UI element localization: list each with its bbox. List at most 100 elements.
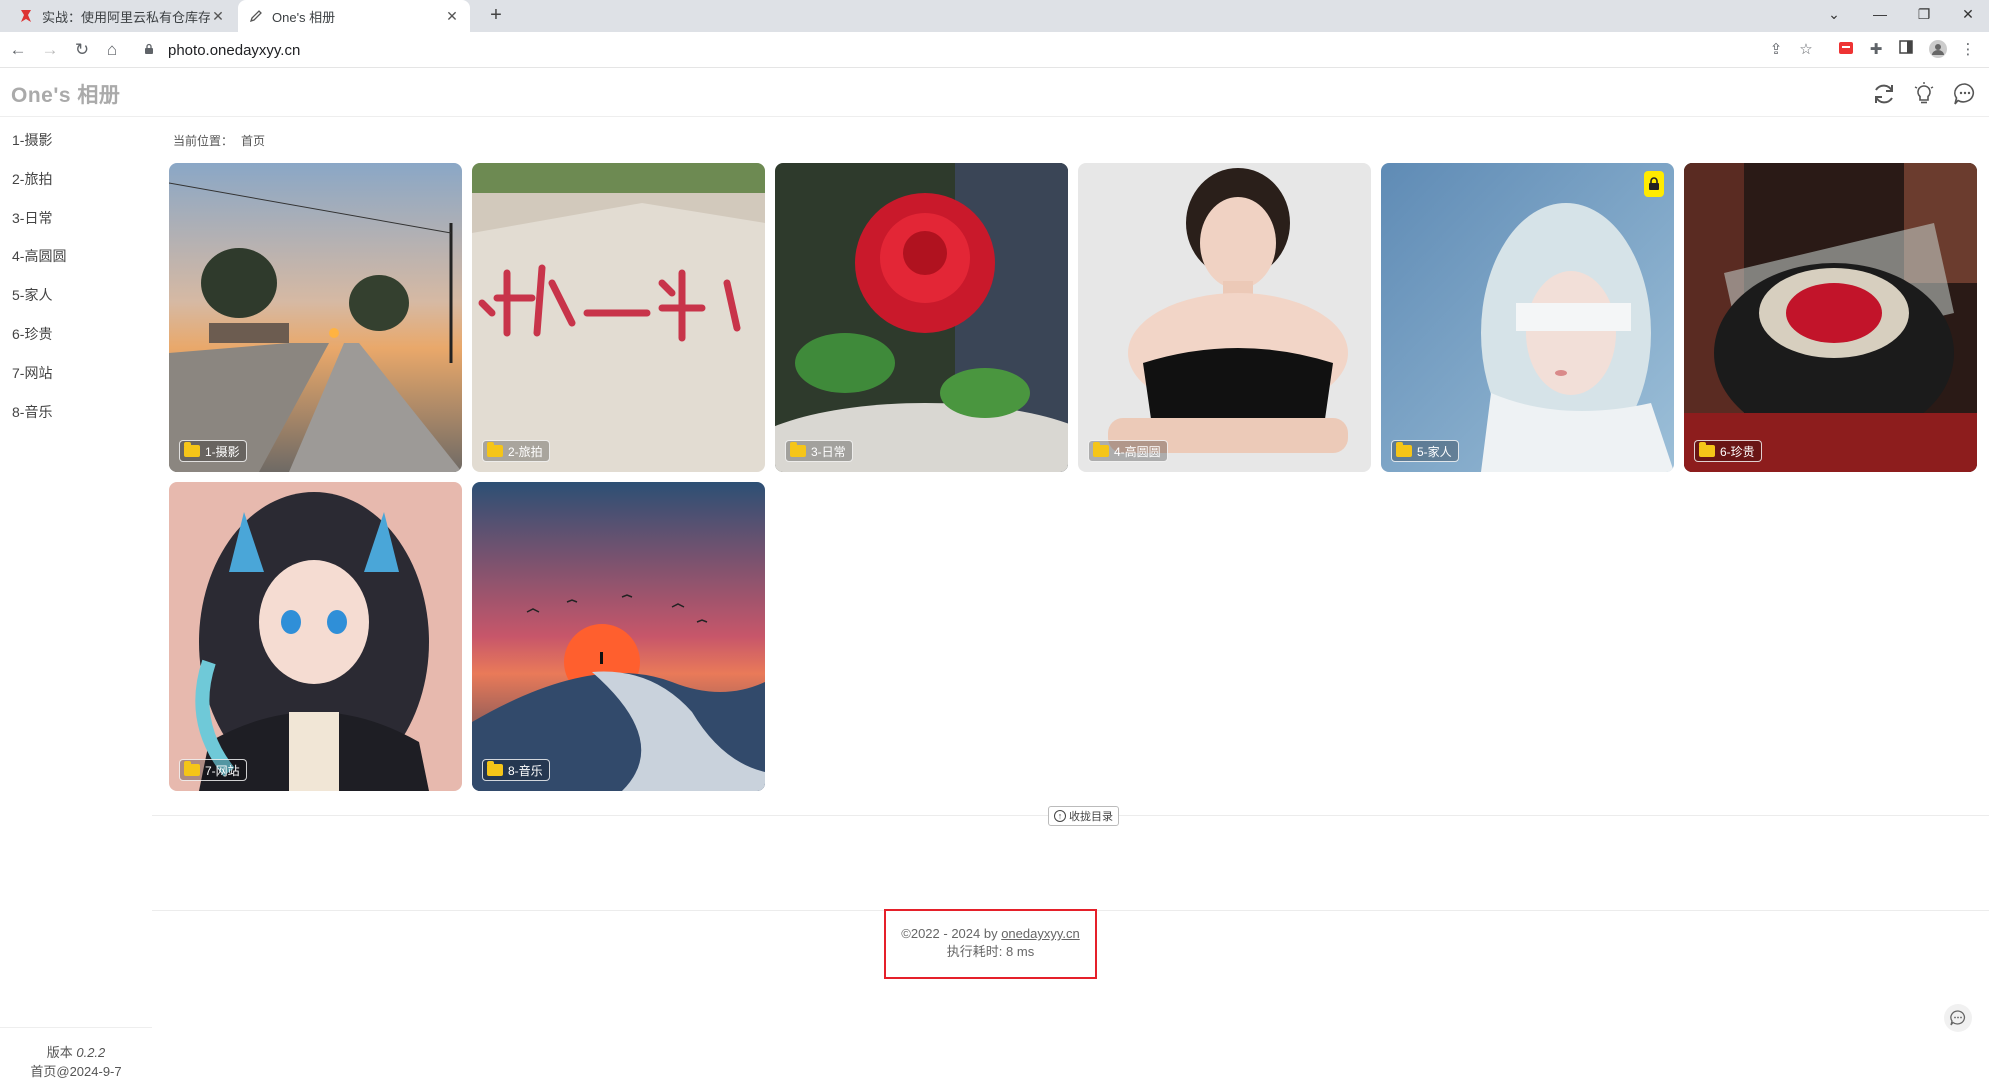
album-card-daily[interactable]: 3-日常: [775, 163, 1068, 472]
ribbon-icon: [18, 8, 34, 24]
album-name: 1-摄影: [205, 444, 240, 459]
share-icon[interactable]: ⇪: [1766, 40, 1786, 60]
chat-float-button[interactable]: [1944, 1004, 1972, 1032]
album-label: 3-日常: [785, 440, 853, 462]
sidebar: 1-摄影 2-旅拍 3-日常 4-高圆圆 5-家人 6-珍贵 7-网站 8-音乐: [0, 118, 152, 1067]
collapse-directory-label: 收拢目录: [1069, 811, 1113, 823]
home-icon[interactable]: ⌂: [100, 38, 124, 62]
browser-tab-title: One's 相册: [272, 9, 336, 25]
album-cover-desert-sunset: [472, 482, 765, 791]
site-logo[interactable]: One's 相册: [11, 79, 120, 109]
lock-icon: [1644, 171, 1664, 197]
chat-bubble-icon: [1950, 1010, 1966, 1026]
album-label: 6-珍贵: [1694, 440, 1762, 462]
album-name: 6-珍贵: [1720, 444, 1755, 459]
restore-button[interactable]: ❐: [1904, 0, 1944, 30]
album-cover-blindfold-girl: [1381, 163, 1674, 472]
sidebar-item-photography[interactable]: 1-摄影: [12, 130, 52, 150]
close-tab-icon[interactable]: ✕: [210, 8, 226, 25]
album-name: 4-高圆圆: [1114, 444, 1161, 459]
album-card-music[interactable]: 8-音乐: [472, 482, 765, 791]
folder-icon: [487, 442, 503, 457]
album-label: 7-网站: [179, 759, 247, 781]
album-cover-rose-bouquet: [1684, 163, 1977, 472]
new-tab-button[interactable]: +: [484, 4, 508, 28]
folder-icon: [1396, 442, 1412, 457]
album-card-travel[interactable]: 2-旅拍: [472, 163, 765, 472]
footer-timing: 执行耗时: 8 ms: [946, 944, 1035, 959]
arrow-up-circle-icon: ↑: [1054, 810, 1066, 822]
refresh-icon[interactable]: [1871, 81, 1897, 107]
album-label: 4-高圆圆: [1088, 440, 1168, 462]
reload-icon[interactable]: ↻: [70, 38, 94, 62]
album-name: 3-日常: [811, 444, 846, 459]
sidebar-item-precious[interactable]: 6-珍贵: [12, 324, 52, 344]
album-card-gaoyuanyuan[interactable]: 4-高圆圆: [1078, 163, 1371, 472]
breadcrumb-home[interactable]: 首页: [241, 134, 265, 148]
album-name: 5-家人: [1417, 444, 1452, 459]
browser-tab-1[interactable]: One's 相册 ✕: [238, 0, 470, 32]
sidebar-item-travel[interactable]: 2-旅拍: [12, 169, 52, 189]
tab-search-icon[interactable]: ⌄: [1814, 0, 1854, 30]
breadcrumb-label: 当前位置：: [173, 134, 234, 148]
album-card-precious[interactable]: 6-珍贵: [1684, 163, 1977, 472]
extensions-puzzle-icon[interactable]: ✚: [1866, 40, 1886, 60]
browser-tab-strip: 实战：使用阿里云私有仓库存储镜像 ✕ One's 相册 ✕ + ⌄ — ❐ ✕: [0, 0, 1989, 32]
chat-bubble-icon[interactable]: [1952, 81, 1978, 107]
collapse-directory-button[interactable]: ↑ 收拢目录: [1048, 806, 1119, 826]
sidebar-item-website[interactable]: 7-网站: [12, 363, 52, 383]
version-number: 0.2.2: [76, 1045, 106, 1060]
album-cover-portrait: [1078, 163, 1371, 472]
album-cover-red-rose: [775, 163, 1068, 472]
url-field[interactable]: photo.onedayxyy.cn: [136, 35, 1816, 65]
album-card-family[interactable]: 5-家人: [1381, 163, 1674, 472]
folder-icon: [184, 442, 200, 457]
footer-copyright: ©2022 - 2024 by: [901, 926, 1002, 941]
side-panel-icon[interactable]: [1896, 40, 1916, 60]
folder-icon: [1699, 442, 1715, 457]
back-icon[interactable]: ←: [6, 38, 30, 62]
footer-site-link[interactable]: onedayxyy.cn: [1001, 926, 1080, 941]
album-label: 1-摄影: [179, 440, 247, 462]
pen-icon: [248, 8, 264, 24]
version-updated: 首页@2024-9-7: [30, 1064, 122, 1079]
close-tab-icon[interactable]: ✕: [444, 8, 460, 25]
sidebar-item-daily[interactable]: 3-日常: [12, 208, 52, 228]
folder-icon: [1093, 442, 1109, 457]
address-bar: ← → ↻ ⌂ photo.onedayxyy.cn ⇪ ☆ ✚ ⋮: [0, 32, 1989, 68]
forward-icon[interactable]: →: [38, 38, 62, 62]
folder-icon: [184, 761, 200, 776]
sidebar-item-gaoyuanyuan[interactable]: 4-高圆圆: [12, 246, 66, 266]
album-label: 8-音乐: [482, 759, 550, 781]
browser-tab-title: 实战：使用阿里云私有仓库存储镜像: [42, 9, 210, 25]
album-cover-anime-cat-girl: [169, 482, 462, 791]
folder-icon: [487, 761, 503, 776]
version-label: 版本: [46, 1045, 73, 1060]
folder-icon: [790, 442, 806, 457]
album-name: 8-音乐: [508, 763, 543, 778]
bookmark-star-icon[interactable]: ☆: [1796, 40, 1816, 60]
album-cover-sunset-road: [169, 163, 462, 472]
sidebar-version-info: 版本 0.2.2 首页@2024-9-7: [0, 1027, 152, 1080]
album-card-website[interactable]: 7-网站: [169, 482, 462, 791]
site-header: One's 相册: [0, 69, 1989, 117]
album-label: 2-旅拍: [482, 440, 550, 462]
breadcrumb: 当前位置： 首页: [173, 132, 265, 149]
browser-tab-0[interactable]: 实战：使用阿里云私有仓库存储镜像 ✕: [8, 0, 236, 32]
profile-avatar-icon[interactable]: [1928, 40, 1948, 60]
lock-icon: [144, 43, 160, 58]
browser-menu-icon[interactable]: ⋮: [1958, 40, 1978, 60]
album-name: 2-旅拍: [508, 444, 543, 459]
album-card-photography[interactable]: 1-摄影: [169, 163, 462, 472]
minimize-button[interactable]: —: [1860, 0, 1900, 30]
album-cover-wall-calligraphy: [472, 163, 765, 472]
window-close-button[interactable]: ✕: [1948, 0, 1988, 30]
sidebar-item-music[interactable]: 8-音乐: [12, 402, 52, 422]
album-name: 7-网站: [205, 763, 240, 778]
url-text: photo.onedayxyy.cn: [168, 41, 301, 59]
album-label: 5-家人: [1391, 440, 1459, 462]
site-footer: ©2022 - 2024 by onedayxyy.cn 执行耗时: 8 ms: [884, 909, 1097, 979]
extension-red-icon[interactable]: [1836, 40, 1856, 60]
lightbulb-icon[interactable]: [1911, 81, 1937, 107]
sidebar-item-family[interactable]: 5-家人: [12, 285, 52, 305]
